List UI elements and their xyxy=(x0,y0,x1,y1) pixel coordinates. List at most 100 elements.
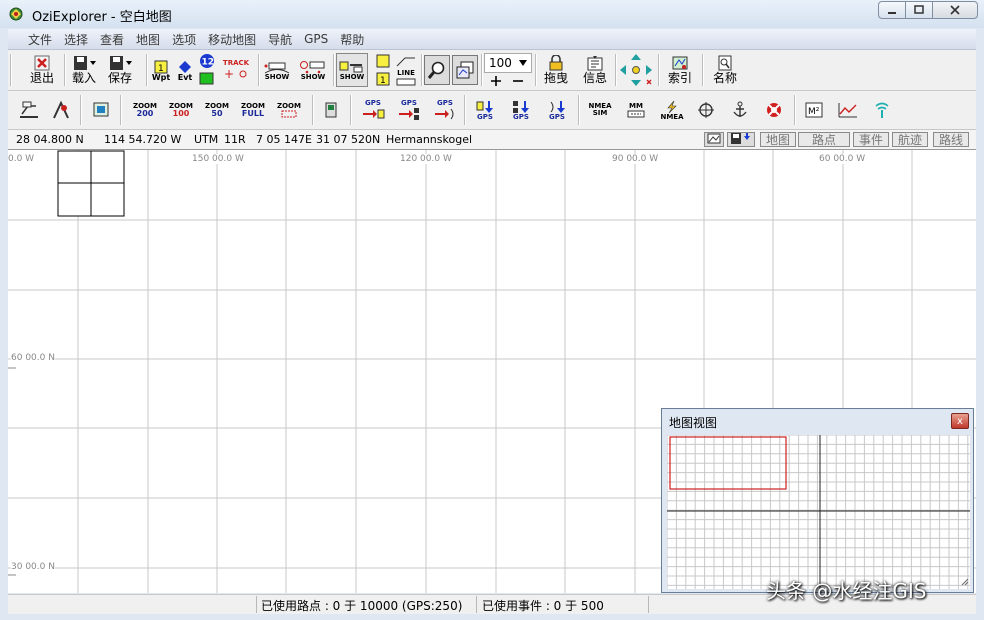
calibrate-button[interactable] xyxy=(48,96,74,124)
window-controls xyxy=(878,1,978,20)
svg-text:12: 12 xyxy=(202,58,215,68)
line-icon xyxy=(396,57,415,66)
grid-label-left: 60 00.0 N xyxy=(11,353,55,363)
secondary-toolbar: ZOOM 200 ZOOM 100 ZOOM 50 ZOOM FULL ZOOM… xyxy=(8,91,976,130)
show-map-objects-button[interactable]: SHOW xyxy=(336,53,368,87)
zoom-50-button[interactable]: ZOOM 50 xyxy=(200,95,234,125)
zoom-100-button[interactable]: ZOOM 100 xyxy=(164,95,198,125)
menu-moving-map[interactable]: 移动地图 xyxy=(202,31,262,48)
moving-map-button[interactable]: MM xyxy=(620,95,652,125)
overview-map[interactable] xyxy=(666,434,970,589)
map-overview-window[interactable]: 地图视图 x xyxy=(661,408,974,593)
exit-icon xyxy=(34,55,50,71)
zoom-200-button[interactable]: ZOOM 200 xyxy=(128,95,162,125)
maximize-button[interactable] xyxy=(905,1,933,19)
tab-routes[interactable]: 路线 xyxy=(933,132,969,147)
waypoint-number-button[interactable]: 12 xyxy=(196,52,218,88)
crosshair-button[interactable] xyxy=(692,96,720,124)
tab-events[interactable]: 事件 xyxy=(853,132,889,147)
zoom-full-button[interactable]: ZOOM FULL xyxy=(236,95,270,125)
magnifier-button[interactable] xyxy=(424,55,450,85)
name-search-button[interactable]: 名称 xyxy=(706,53,744,87)
line-button[interactable]: LINE xyxy=(394,52,418,88)
menu-help[interactable]: 帮助 xyxy=(334,31,370,48)
nmea-button[interactable]: NMEA xyxy=(656,95,688,125)
load-button[interactable]: 载入 xyxy=(68,53,100,87)
anchor-icon xyxy=(733,101,747,117)
gps-upload-tracks-button[interactable]: GPS xyxy=(430,95,460,125)
svg-text:1: 1 xyxy=(380,76,386,86)
map-image-button[interactable] xyxy=(704,132,724,147)
zoom-in-button[interactable] xyxy=(486,74,506,88)
info-icon xyxy=(587,56,603,71)
gps-upload-waypoints-button[interactable]: GPS xyxy=(358,95,388,125)
minimize-button[interactable] xyxy=(878,1,906,19)
separator xyxy=(535,54,537,86)
menu-gps[interactable]: GPS xyxy=(298,32,334,46)
exit-button[interactable]: 退出 xyxy=(22,53,62,87)
menu-map[interactable]: 地图 xyxy=(130,31,166,48)
waypoint-list-button[interactable]: 1 xyxy=(372,52,394,88)
tab-map[interactable]: 地图 xyxy=(760,132,796,147)
plus-icon xyxy=(491,76,501,86)
svg-text:M²: M² xyxy=(808,107,820,117)
area-calc-button[interactable]: M² xyxy=(800,96,828,124)
separator xyxy=(658,54,660,86)
pan-arrows-button[interactable] xyxy=(618,52,654,88)
event-button[interactable]: Evt xyxy=(174,53,196,87)
menu-options[interactable]: 选项 xyxy=(166,31,202,48)
anchor-button[interactable] xyxy=(726,96,754,124)
info-button[interactable]: 信息 xyxy=(578,53,612,87)
zoom-out-button[interactable] xyxy=(508,74,528,88)
zoom-level-select[interactable]: 100 xyxy=(484,53,532,73)
map-list-button[interactable] xyxy=(88,96,114,124)
close-button[interactable] xyxy=(932,1,978,19)
menu-file[interactable]: 文件 xyxy=(22,31,58,48)
gps-download-tracks-button[interactable]: GPS xyxy=(542,95,572,125)
zoom-box-button[interactable]: ZOOM xyxy=(272,95,306,125)
menu-navigation[interactable]: 导航 xyxy=(262,31,298,48)
pan-arrows-icon xyxy=(620,54,652,86)
show-waypoints-button[interactable]: SHOW xyxy=(297,53,329,87)
waypoint-flag-icon: 1 xyxy=(154,60,168,74)
waypoint-button[interactable]: 1 Wpt xyxy=(150,53,172,87)
gps-receiver-icon xyxy=(325,102,337,118)
elevation-graph-button[interactable] xyxy=(834,96,862,124)
menu-select[interactable]: 选择 xyxy=(58,31,94,48)
grid-label-top: 60 00.0 W xyxy=(819,154,866,164)
tab-waypoints[interactable]: 路点 xyxy=(798,132,850,147)
index-button[interactable]: 索引 xyxy=(662,53,698,87)
gps-track-arrow-icon xyxy=(435,108,454,119)
track-button[interactable]: TRACK + xyxy=(220,53,252,87)
lock-icon xyxy=(549,55,563,71)
nmea-sim-button[interactable]: NMEA SIM xyxy=(584,95,616,125)
gps-upload-routes-button[interactable]: GPS xyxy=(394,95,424,125)
coordinate-bar: 28 04.800 N 114 54.720 W UTM 11R 7 05 14… xyxy=(8,130,976,150)
signal-button[interactable] xyxy=(868,96,896,124)
zoom-box-icon xyxy=(281,110,297,117)
tab-tracks[interactable]: 航迹 xyxy=(892,132,928,147)
map-properties-button[interactable] xyxy=(16,96,42,124)
waypoint-usage-status: 已使用路点 : 0 于 10000 (GPS:250) xyxy=(261,599,463,613)
overview-close-button[interactable]: x xyxy=(951,413,969,429)
save-button[interactable]: 保存 xyxy=(104,53,136,87)
toolbar-grip xyxy=(10,54,12,86)
grid-label-top: 90 00.0 W xyxy=(612,154,659,164)
drag-button[interactable]: 拖曳 xyxy=(538,53,574,87)
gps-connect-button[interactable] xyxy=(318,96,344,124)
map-window-button[interactable] xyxy=(452,55,478,85)
utm-easting: 7 05 147E xyxy=(256,133,312,146)
gps-download-waypoints-button[interactable]: GPS xyxy=(470,95,500,125)
separator xyxy=(146,54,148,86)
gps-download-routes-button[interactable]: GPS xyxy=(506,95,536,125)
show-track-button[interactable]: SHOW xyxy=(261,53,293,87)
longitude-readout: 114 54.720 W xyxy=(104,133,182,146)
mob-button[interactable] xyxy=(760,96,788,124)
name-search-icon xyxy=(718,55,732,71)
save-dropdown-button[interactable] xyxy=(727,132,755,147)
resize-grip-icon[interactable] xyxy=(961,578,969,586)
chevron-down-icon xyxy=(519,60,527,66)
menu-view[interactable]: 查看 xyxy=(94,31,130,48)
watermark: 头条 @水经注GIS xyxy=(766,579,927,603)
svg-text:1: 1 xyxy=(158,64,164,74)
